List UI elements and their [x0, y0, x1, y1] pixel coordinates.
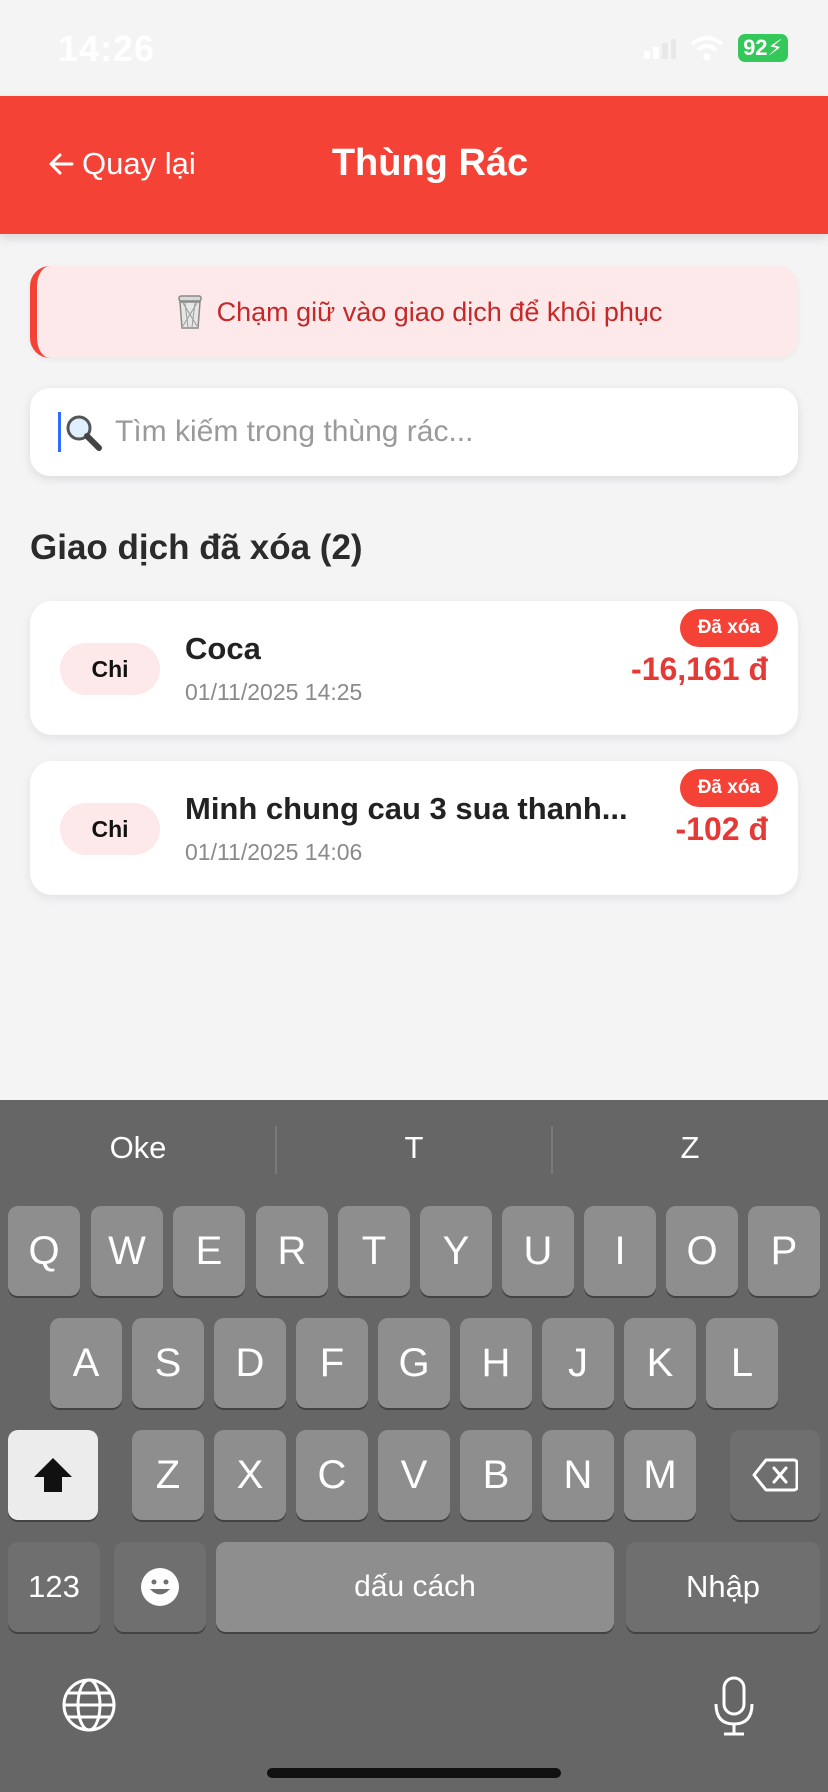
key-f[interactable]: F [296, 1318, 368, 1408]
deleted-badge: Đã xóa [679, 769, 778, 807]
deleted-transactions-heading: Giao dịch đã xóa (2) [30, 528, 363, 567]
wifi-icon [690, 36, 724, 61]
transaction-amount: -102 đ [675, 811, 768, 847]
delete-key[interactable] [730, 1430, 820, 1520]
transaction-amount: -16,161 đ [631, 651, 768, 687]
key-y[interactable]: Y [420, 1206, 492, 1296]
space-key[interactable]: dấu cách [216, 1542, 614, 1632]
transaction-card[interactable]: Chi Minh chung cau 3 sua thanh... 01/11/… [30, 761, 798, 895]
key-e[interactable]: E [173, 1206, 245, 1296]
key-a[interactable]: A [50, 1318, 122, 1408]
key-n[interactable]: N [542, 1430, 614, 1520]
key-v[interactable]: V [378, 1430, 450, 1520]
key-j[interactable]: J [542, 1318, 614, 1408]
key-w[interactable]: W [91, 1206, 163, 1296]
suggestion-item[interactable]: T [276, 1130, 552, 1166]
key-l[interactable]: L [706, 1318, 778, 1408]
numbers-key[interactable]: 123 [8, 1542, 100, 1632]
key-p[interactable]: P [748, 1206, 820, 1296]
status-bar: 14:26 92⚡ [0, 0, 828, 96]
battery-level: 92 [743, 35, 768, 60]
transaction-name: Coca [185, 631, 261, 666]
page-title: Thùng Rác [331, 142, 529, 184]
key-c[interactable]: C [296, 1430, 368, 1520]
emoji-key[interactable] [114, 1542, 206, 1632]
key-d[interactable]: D [214, 1318, 286, 1408]
dictation-button[interactable] [712, 1676, 762, 1740]
key-z[interactable]: Z [132, 1430, 204, 1520]
key-o[interactable]: O [666, 1206, 738, 1296]
backspace-icon [752, 1458, 798, 1492]
key-q[interactable]: Q [8, 1206, 80, 1296]
key-h[interactable]: H [460, 1318, 532, 1408]
trash-icon [177, 295, 202, 329]
search-bar[interactable] [30, 388, 798, 476]
return-key[interactable]: Nhập [626, 1542, 820, 1632]
transaction-date: 01/11/2025 14:25 [185, 679, 363, 705]
deleted-badge: Đã xóa [679, 609, 778, 647]
key-k[interactable]: K [624, 1318, 696, 1408]
key-m[interactable]: M [624, 1430, 696, 1520]
key-b[interactable]: B [460, 1430, 532, 1520]
text-caret [58, 412, 61, 452]
transaction-type-chip: Chi [60, 803, 160, 855]
status-time: 14:26 [58, 28, 156, 69]
onscreen-keyboard: Oke T Z Q W E R T Y U I O P A S D F G H … [0, 1100, 828, 1792]
emoji-icon [141, 1568, 179, 1606]
search-input[interactable] [115, 415, 755, 449]
transaction-name: Minh chung cau 3 sua thanh... [185, 791, 628, 826]
suggestion-item[interactable]: Oke [0, 1130, 276, 1166]
search-icon [66, 415, 102, 451]
app-header: Quay lại Thùng Rác [0, 96, 828, 234]
globe-button[interactable] [60, 1676, 120, 1736]
globe-icon [62, 1678, 116, 1732]
restore-hint-banner: Chạm giữ vào giao dịch để khôi phục [30, 266, 798, 358]
key-u[interactable]: U [502, 1206, 574, 1296]
microphone-icon [714, 1676, 754, 1736]
battery-indicator: 92⚡ [738, 34, 788, 62]
suggestion-item[interactable]: Z [552, 1130, 828, 1166]
restore-hint-text: Chạm giữ vào giao dịch để khôi phục [216, 296, 663, 327]
status-icons: 92⚡ [644, 34, 788, 62]
key-x[interactable]: X [214, 1430, 286, 1520]
transaction-card[interactable]: Chi Coca 01/11/2025 14:25 Đã xóa -16,161… [30, 601, 798, 735]
home-indicator [267, 1768, 561, 1778]
transaction-date: 01/11/2025 14:06 [185, 839, 363, 865]
suggestion-bar: Oke T Z [0, 1100, 828, 1198]
shift-key[interactable] [8, 1430, 98, 1520]
signal-icon [644, 39, 677, 59]
key-t[interactable]: T [338, 1206, 410, 1296]
key-s[interactable]: S [132, 1318, 204, 1408]
charging-icon: ⚡ [767, 35, 783, 60]
key-r[interactable]: R [256, 1206, 328, 1296]
key-i[interactable]: I [584, 1206, 656, 1296]
transaction-type-chip: Chi [60, 643, 160, 695]
shift-icon [34, 1458, 72, 1492]
key-g[interactable]: G [378, 1318, 450, 1408]
